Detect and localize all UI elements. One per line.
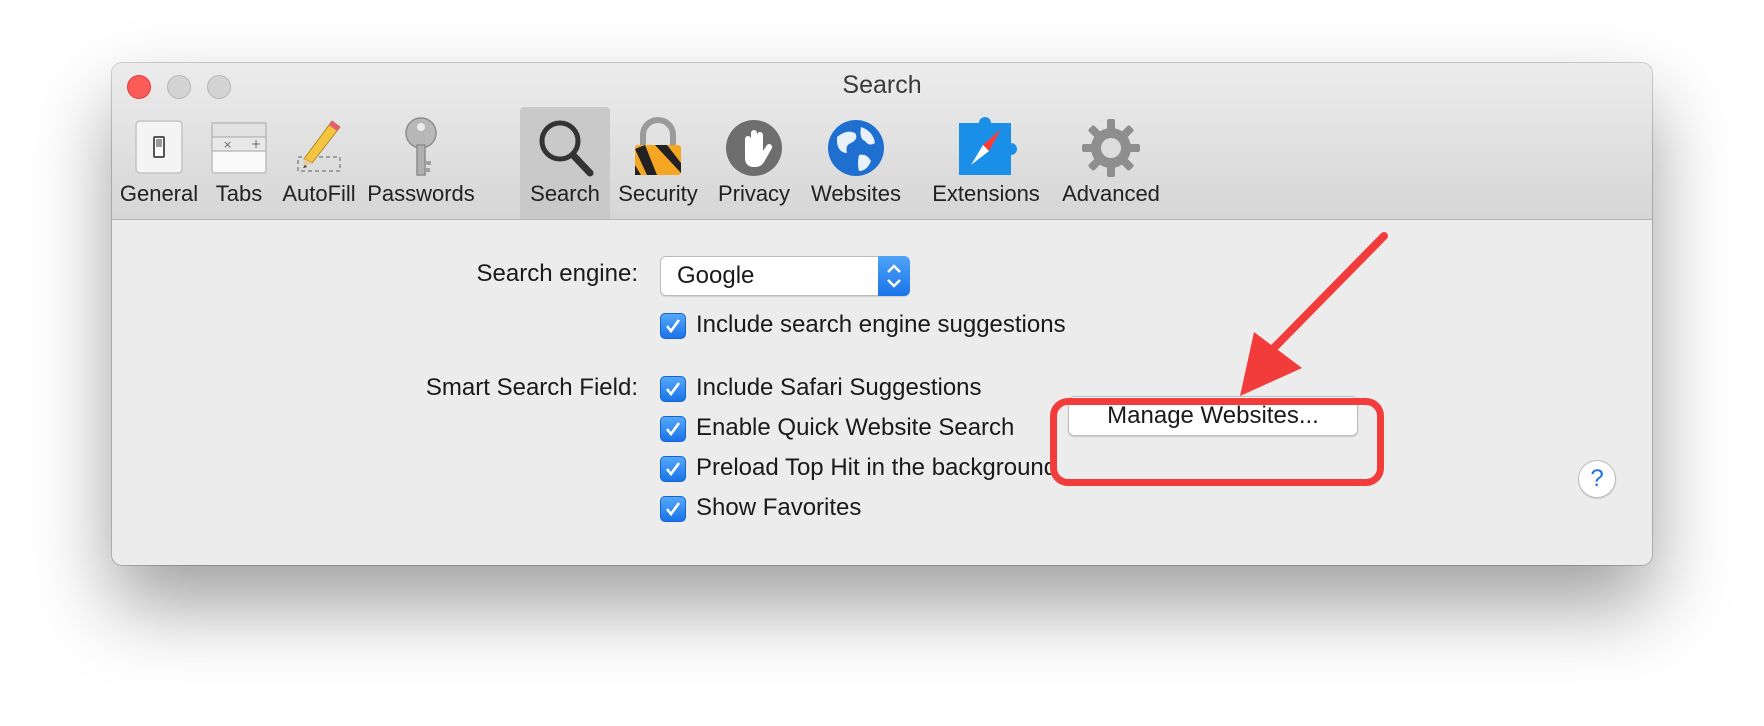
preferences-toolbar: General × + Tabs AutoFill Passwords Sear…: [112, 107, 1652, 219]
window-title: Search: [842, 71, 922, 99]
search-preferences-pane: Search engine: Google Include search eng…: [112, 220, 1652, 565]
show-favorites-checkbox[interactable]: [660, 496, 686, 522]
annotation-arrow-icon: [1240, 232, 1388, 396]
checkmark-icon: [665, 462, 681, 477]
padlock-icon: [635, 117, 681, 175]
tabs-icon: × +: [211, 122, 267, 174]
preferences-window: Search General × + Tabs AutoFill Passwor…: [112, 63, 1652, 565]
puzzle-compass-icon: [959, 117, 1017, 175]
chevron-up-down-icon: [887, 264, 901, 288]
tab-label: Privacy: [717, 181, 791, 206]
svg-text:×: ×: [223, 138, 232, 151]
checkmark-icon: [665, 382, 681, 397]
smart-search-field-label: Smart Search Field:: [425, 374, 638, 401]
search-engine-value: Google: [677, 262, 755, 289]
include-suggestions-checkbox[interactable]: [660, 313, 686, 339]
checkbox-label: Include search engine suggestions: [696, 311, 1066, 338]
checkmark-icon: [665, 502, 681, 517]
search-engine-popup[interactable]: Google: [660, 256, 910, 296]
tab-privacy[interactable]: Privacy: [706, 107, 802, 219]
gear-icon: [1082, 119, 1140, 177]
tab-websites[interactable]: Websites: [804, 107, 908, 219]
tab-label: Search: [530, 181, 600, 206]
tab-label: Advanced: [1062, 181, 1160, 206]
key-icon: [405, 117, 437, 176]
tab-general[interactable]: General: [114, 107, 204, 219]
svg-text:+: +: [251, 137, 261, 151]
checkbox-label: Preload Top Hit in the background: [696, 454, 1058, 481]
checkbox-label: Show Favorites: [696, 494, 862, 521]
tab-label: Passwords: [367, 181, 475, 206]
tab-label: AutoFill: [282, 181, 356, 206]
globe-icon: [828, 120, 884, 176]
title-bar: Search General × + Tabs AutoFill Passwor…: [112, 63, 1652, 220]
tab-advanced[interactable]: Advanced: [1058, 107, 1164, 219]
tab-label: Websites: [810, 181, 902, 206]
tab-search[interactable]: Search: [520, 107, 610, 219]
safari-suggestions-checkbox[interactable]: [660, 376, 686, 402]
tab-label: Security: [618, 181, 698, 206]
annotation-highlight-box: [1050, 398, 1384, 486]
checkmark-icon: [665, 319, 681, 334]
general-switch-icon: [135, 120, 183, 174]
tab-passwords[interactable]: Passwords: [364, 107, 478, 219]
checkbox-label: Enable Quick Website Search: [696, 414, 1015, 441]
tab-label: Tabs: [215, 181, 263, 206]
checkmark-icon: [665, 422, 681, 437]
tab-label: General: [119, 181, 199, 206]
tab-label: Extensions: [932, 181, 1040, 206]
pencil-icon: [297, 120, 341, 172]
help-button[interactable]: ?: [1578, 460, 1616, 498]
tab-extensions[interactable]: Extensions: [918, 107, 1054, 219]
tab-autofill[interactable]: AutoFill: [274, 107, 364, 219]
tab-tabs[interactable]: × + Tabs: [204, 107, 274, 219]
quick-website-search-checkbox[interactable]: [660, 416, 686, 442]
tab-security[interactable]: Security: [612, 107, 704, 219]
search-engine-label: Search engine:: [476, 260, 638, 287]
hand-icon: [726, 120, 782, 176]
magnifier-icon: [539, 120, 594, 177]
preload-top-hit-checkbox[interactable]: [660, 456, 686, 482]
checkbox-label: Include Safari Suggestions: [696, 374, 982, 401]
popup-stepper: [878, 256, 910, 296]
